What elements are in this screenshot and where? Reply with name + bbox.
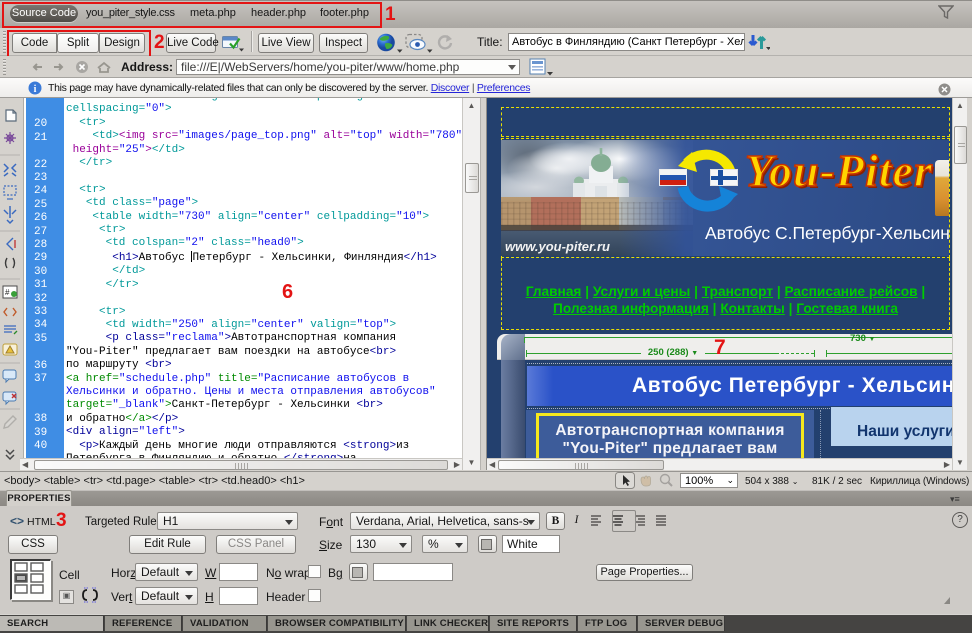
- svg-text:#: #: [5, 288, 10, 297]
- svg-text:i: i: [34, 84, 37, 95]
